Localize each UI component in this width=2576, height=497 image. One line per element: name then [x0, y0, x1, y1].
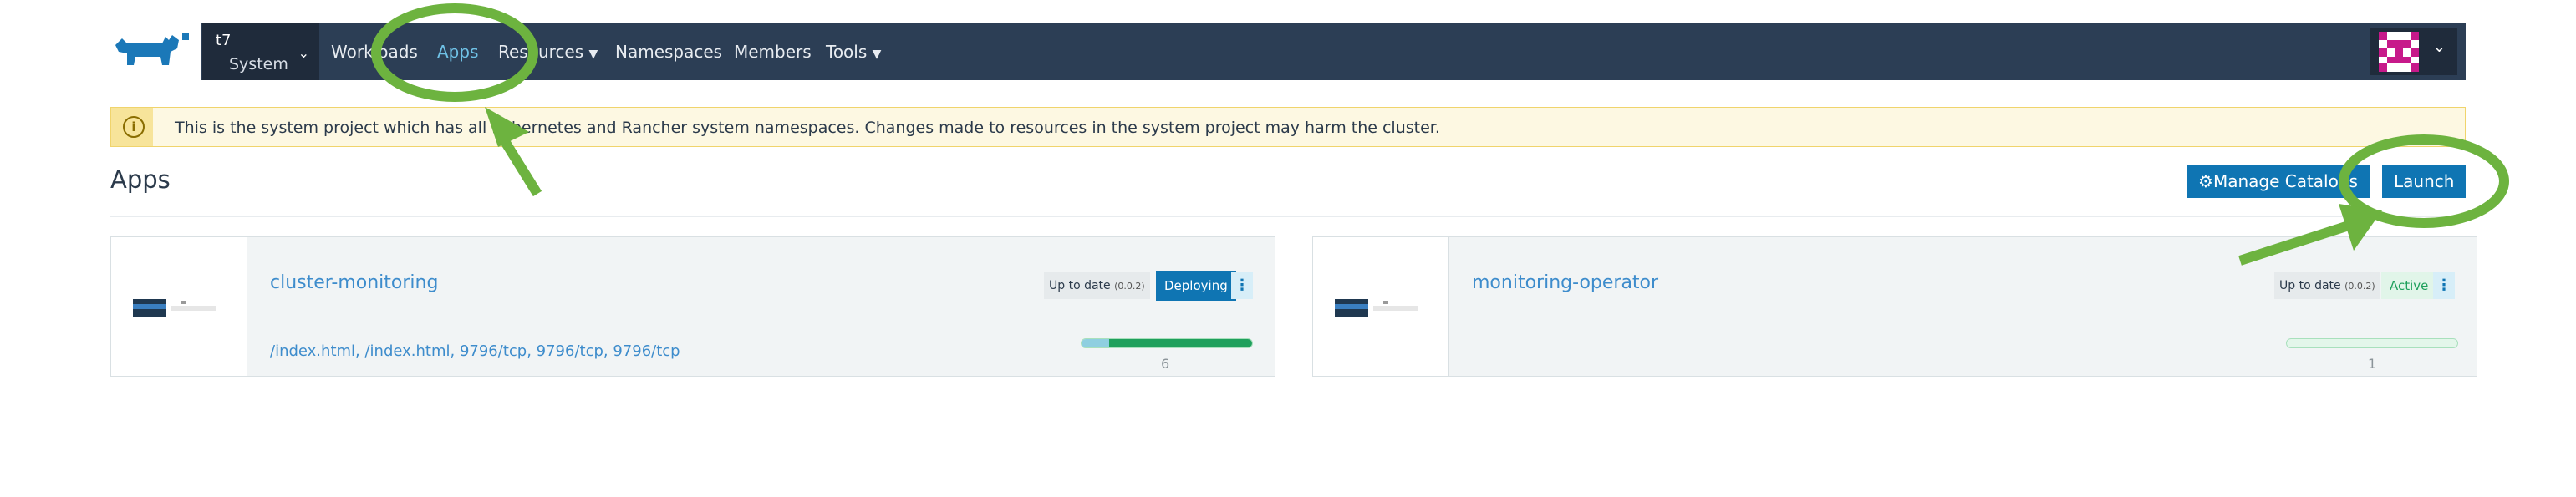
avatar	[2379, 32, 2419, 72]
rancher-logo[interactable]	[110, 23, 201, 80]
app-thumbnail	[111, 237, 247, 376]
nav-tools[interactable]: Tools ▼	[826, 23, 881, 80]
more-actions-button[interactable]: ⋮	[1231, 272, 1253, 299]
nav-resources[interactable]: Resources ▼	[498, 23, 598, 80]
page-title: Apps	[110, 165, 171, 194]
nav-apps[interactable]: Apps	[425, 23, 491, 80]
warning-icon-bg: i	[111, 108, 153, 146]
app-card: monitoring-operator Up to date (0.0.2) A…	[1312, 236, 2477, 377]
cluster-name: t7	[216, 32, 232, 49]
top-navbar: t7 System ⌄ Workloads Apps Resources ▼ N…	[110, 23, 2466, 80]
pods-progress-bar	[2286, 338, 2458, 348]
pods-count: 1	[2368, 356, 2377, 372]
launch-button[interactable]: Launch	[2382, 165, 2467, 198]
app-card: cluster-monitoring Up to date (0.0.2) De…	[110, 236, 1275, 377]
pods-pending-segment	[1082, 339, 1109, 347]
system-project-warning: i This is the system project which has a…	[110, 107, 2466, 147]
warning-text: This is the system project which has all…	[175, 119, 1440, 137]
upgrade-status-text: Up to date	[1049, 279, 1111, 292]
nav-members[interactable]: Members	[734, 23, 812, 80]
app-name-link[interactable]: cluster-monitoring	[270, 272, 438, 293]
app-thumbnail	[1313, 237, 1449, 376]
info-icon: i	[123, 116, 145, 138]
endpoint-links[interactable]: /index.html, /index.html, 9796/tcp, 9796…	[270, 342, 680, 360]
app-version: (0.0.2)	[1114, 281, 1145, 292]
state-badge: Deploying	[1156, 271, 1236, 301]
app-version: (0.0.2)	[2344, 281, 2375, 292]
project-name: System	[229, 55, 288, 74]
project-selector[interactable]: t7 System ⌄	[202, 23, 319, 80]
upgrade-status: Up to date (0.0.2)	[2274, 272, 2380, 299]
app-name-link[interactable]: monitoring-operator	[1472, 272, 1658, 293]
chevron-down-icon: ⌄	[2432, 38, 2446, 56]
user-menu[interactable]: ⌄	[2370, 28, 2457, 75]
manage-catalogs-button[interactable]: ⚙Manage Catalogs	[2187, 165, 2370, 198]
app-logo-icon	[1335, 299, 1418, 317]
identicon-icon	[2379, 32, 2419, 72]
chevron-down-icon: ▼	[588, 48, 598, 61]
more-actions-button[interactable]: ⋮	[2433, 272, 2455, 299]
chevron-down-icon: ⌄	[298, 45, 309, 61]
pods-running-segment	[1108, 339, 1252, 347]
nav-namespaces[interactable]: Namespaces	[615, 23, 722, 80]
pods-count: 6	[1161, 356, 1170, 372]
upgrade-status: Up to date (0.0.2)	[1044, 272, 1150, 299]
nav-resources-label: Resources	[498, 42, 584, 62]
state-badge: Active	[2381, 272, 2437, 299]
nav-tools-label: Tools	[826, 42, 868, 62]
rancher-cow-icon	[115, 33, 189, 65]
manage-catalogs-label: Manage Catalogs	[2212, 171, 2358, 191]
pods-progress-bar	[1081, 338, 1253, 348]
gear-icon: ⚙	[2198, 171, 2213, 191]
app-logo-icon	[133, 299, 216, 317]
divider	[110, 216, 2466, 217]
nav-workloads[interactable]: Workloads	[331, 23, 418, 80]
upgrade-status-text: Up to date	[2279, 279, 2341, 292]
chevron-down-icon: ▼	[872, 48, 882, 61]
